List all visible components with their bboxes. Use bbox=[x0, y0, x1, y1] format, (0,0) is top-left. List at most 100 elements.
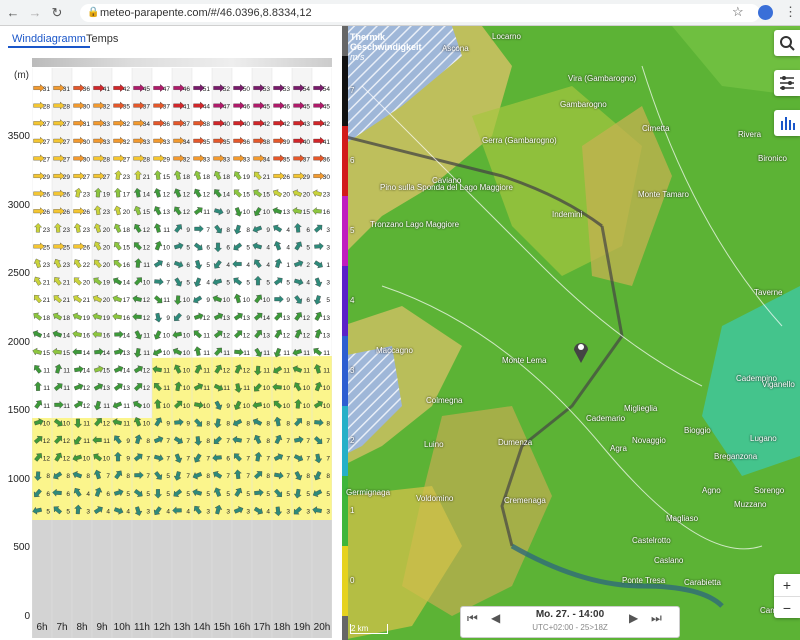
step-back-icon[interactable]: ◀ bbox=[491, 611, 500, 625]
wind-speed-value: 23 bbox=[103, 209, 111, 216]
ground-area bbox=[32, 520, 332, 638]
wind-speed-value: 10 bbox=[143, 280, 151, 287]
wind-speed-value: 18 bbox=[203, 174, 211, 181]
chart-button[interactable] bbox=[774, 110, 800, 136]
y-tick-label: 2500 bbox=[7, 268, 30, 279]
wind-speed-value: 8 bbox=[206, 420, 210, 427]
wind-speed-value: 27 bbox=[43, 139, 51, 146]
extension-icon[interactable] bbox=[758, 5, 773, 20]
wind-speed-value: 7 bbox=[206, 456, 210, 463]
wind-speed-value: 5 bbox=[286, 491, 290, 498]
reload-icon[interactable]: ↻ bbox=[48, 4, 66, 22]
back-icon[interactable]: ← bbox=[4, 4, 22, 22]
wind-speed-value: 12 bbox=[183, 192, 191, 199]
wind-speed-value: 7 bbox=[286, 438, 290, 445]
browser-menu-icon[interactable]: ⋮ bbox=[784, 4, 797, 20]
wind-speed-value: 34 bbox=[263, 156, 271, 163]
wind-speed-value: 7 bbox=[246, 438, 250, 445]
settings-button[interactable] bbox=[774, 70, 800, 96]
zoom-in-button[interactable]: + bbox=[774, 574, 800, 596]
wind-speed-value: 21 bbox=[143, 174, 151, 181]
wind-speed-value: 5 bbox=[206, 491, 210, 498]
wind-speed-value: 12 bbox=[143, 244, 151, 251]
wind-speed-value: 15 bbox=[43, 350, 51, 357]
step-forward-icon[interactable]: ▶ bbox=[629, 611, 638, 625]
wind-speed-value: 32 bbox=[103, 104, 111, 111]
wind-speed-value: 9 bbox=[206, 297, 210, 304]
wind-speed-value: 26 bbox=[283, 174, 291, 181]
wind-speed-value: 23 bbox=[63, 227, 71, 234]
wind-speed-value: 25 bbox=[63, 244, 71, 251]
wind-speed-value: 6 bbox=[46, 491, 50, 498]
forward-icon[interactable]: → bbox=[26, 4, 44, 22]
y-tick-label: 2000 bbox=[7, 336, 30, 348]
wind-speed-value: 4 bbox=[286, 244, 290, 251]
wind-speed-value: 16 bbox=[323, 209, 331, 216]
wind-speed-value: 14 bbox=[83, 368, 91, 375]
wind-speed-value: 10 bbox=[183, 403, 191, 410]
map-place-label: Bironico bbox=[758, 154, 787, 163]
wind-speed-value: 5 bbox=[266, 491, 270, 498]
wind-speed-value: 5 bbox=[186, 244, 190, 251]
zoom-control: + − bbox=[774, 574, 800, 618]
wind-speed-value: 13 bbox=[283, 209, 291, 216]
wind-speed-value: 32 bbox=[183, 156, 191, 163]
wind-speed-value: 14 bbox=[143, 192, 151, 199]
wind-speed-value: 10 bbox=[323, 385, 331, 392]
address-bar[interactable]: 🔒 meteo-parapente.com/#/46.0396,8.8334,1… bbox=[80, 4, 760, 22]
wind-speed-value: 33 bbox=[103, 139, 111, 146]
wind-speed-value: 20 bbox=[103, 227, 111, 234]
wind-speed-value: 14 bbox=[123, 368, 131, 375]
wind-speed-value: 7 bbox=[246, 456, 250, 463]
wind-speed-value: 18 bbox=[183, 174, 191, 181]
wind-speed-value: 14 bbox=[123, 332, 131, 339]
wind-speed-value: 11 bbox=[123, 420, 130, 427]
wind-speed-value: 5 bbox=[266, 280, 270, 287]
wind-speed-value: 35 bbox=[123, 104, 131, 111]
wind-speed-value: 29 bbox=[303, 174, 311, 181]
wind-speed-value: 20 bbox=[103, 244, 111, 251]
scale-tick-label: 3 bbox=[350, 366, 355, 375]
map-place-label: Gerra (Gambarogno) bbox=[482, 136, 557, 145]
wind-speed-value: 45 bbox=[303, 104, 311, 111]
thermal-map[interactable]: 7 6 5 4 3 2 1 0 Thermik Geschwindigkeit m/s Asc… bbox=[342, 26, 800, 640]
x-tick-label: 17h bbox=[253, 622, 271, 633]
x-tick-label: 20h bbox=[313, 622, 331, 633]
wind-speed-value: 15 bbox=[303, 209, 311, 216]
wind-speed-value: 7 bbox=[266, 456, 270, 463]
map-place-label: Castelrotto bbox=[632, 536, 671, 545]
scale-tick-label: 0 bbox=[350, 576, 355, 585]
wind-speed-value: 7 bbox=[226, 473, 230, 480]
wind-speed-value: 10 bbox=[163, 332, 171, 339]
wind-speed-value: 47 bbox=[223, 104, 231, 111]
wind-speed-value: 16 bbox=[103, 332, 111, 339]
wind-speed-value: 5 bbox=[186, 280, 190, 287]
wind-speed-value: 37 bbox=[303, 156, 311, 163]
wind-speed-value: 4 bbox=[266, 262, 270, 269]
wind-speed-value: 27 bbox=[83, 174, 91, 181]
wind-speed-value: 9 bbox=[186, 315, 190, 322]
map-place-label: Agno bbox=[702, 486, 721, 495]
map-place-label: Cademario bbox=[586, 414, 626, 423]
bookmark-star-icon[interactable]: ☆ bbox=[732, 4, 744, 20]
map-place-label: Dumenza bbox=[498, 438, 533, 447]
wind-speed-value: 30 bbox=[83, 104, 91, 111]
zoom-out-button[interactable]: − bbox=[774, 596, 800, 619]
search-button[interactable] bbox=[774, 30, 800, 56]
wind-speed-value: 8 bbox=[86, 473, 90, 480]
wind-speed-value: 11 bbox=[303, 350, 310, 357]
wind-speed-value: 5 bbox=[246, 491, 250, 498]
wind-speed-value: 23 bbox=[63, 262, 71, 269]
wind-speed-value: 10 bbox=[243, 297, 251, 304]
tab-temps[interactable]: Temps bbox=[82, 32, 122, 46]
wind-speed-value: 8 bbox=[266, 420, 270, 427]
wind-speed-value: 40 bbox=[243, 121, 251, 128]
location-marker-icon[interactable] bbox=[572, 338, 590, 364]
tab-winddiagramm[interactable]: Winddiagramm bbox=[8, 32, 90, 48]
wind-speed-value: 10 bbox=[183, 297, 191, 304]
skip-back-icon[interactable]: ⏮ bbox=[467, 611, 478, 626]
wind-speed-value: 12 bbox=[283, 332, 291, 339]
skip-forward-icon[interactable]: ⏭ bbox=[651, 611, 662, 626]
wind-speed-value: 10 bbox=[243, 403, 251, 410]
wind-speed-value: 18 bbox=[43, 315, 51, 322]
